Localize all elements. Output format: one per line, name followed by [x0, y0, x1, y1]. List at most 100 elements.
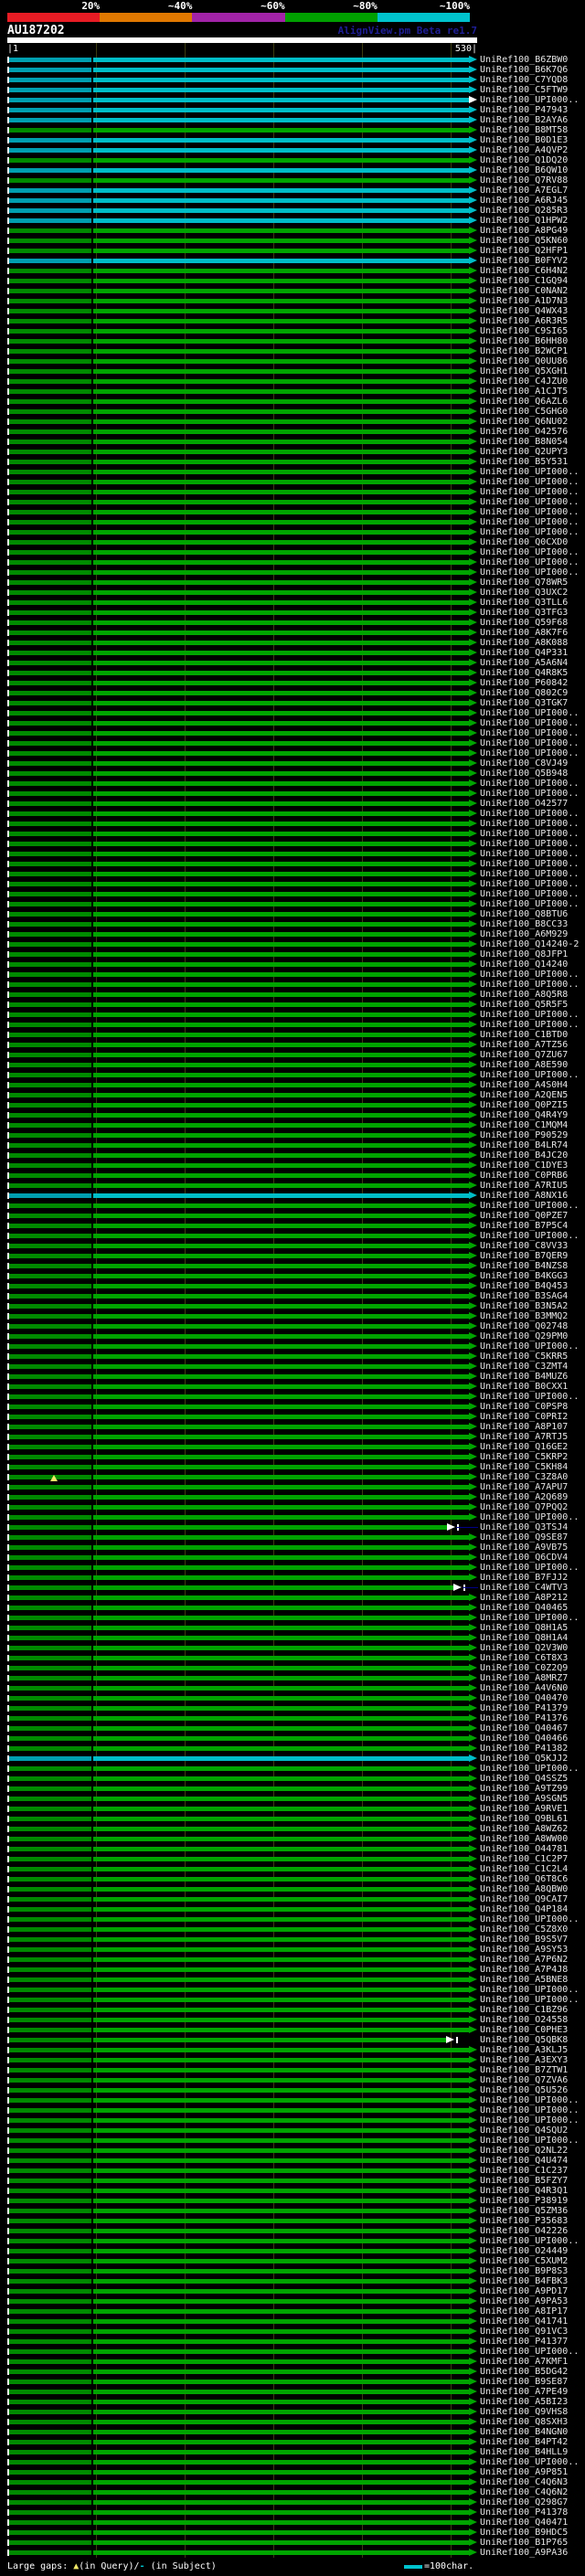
hit-row[interactable]: UniRef100_B7P5C4: [0, 1221, 585, 1231]
hit-row[interactable]: UniRef100_Q3UXC2: [0, 588, 585, 598]
hit-row[interactable]: UniRef100_Q91VC3: [0, 2327, 585, 2337]
hit-label[interactable]: UniRef100_Q91VC3: [480, 2327, 568, 2337]
hit-row[interactable]: UniRef100_Q5KJJ2: [0, 1754, 585, 1764]
hit-label[interactable]: UniRef100_UPI000..: [480, 1613, 579, 1623]
hit-row[interactable]: UniRef100_B4KGG3: [0, 1271, 585, 1281]
hit-label[interactable]: UniRef100_Q6CDV4: [480, 1553, 568, 1563]
hit-label[interactable]: UniRef100_A9TZ99: [480, 1784, 568, 1794]
hit-row[interactable]: UniRef100_B4HLL9: [0, 2447, 585, 2457]
hit-row[interactable]: UniRef100_C1C2L4: [0, 1864, 585, 1874]
hit-row[interactable]: UniRef100_B7QER9: [0, 1251, 585, 1261]
hit-row[interactable]: UniRef100_A9SGN5: [0, 1794, 585, 1804]
hit-label[interactable]: UniRef100_B4MUZ6: [480, 1372, 568, 1382]
hit-row[interactable]: UniRef100_Q4P184: [0, 1904, 585, 1914]
hit-row[interactable]: UniRef100_C8VJ49: [0, 758, 585, 769]
hit-row[interactable]: UniRef100_B7ZTW1: [0, 2065, 585, 2075]
hit-row[interactable]: UniRef100_UPI000..: [0, 1985, 585, 1995]
hit-row[interactable]: UniRef100_Q3TLL6: [0, 598, 585, 608]
hit-row[interactable]: UniRef100_A9P851: [0, 2467, 585, 2477]
hit-row[interactable]: UniRef100_Q5XGH1: [0, 366, 585, 376]
hit-label[interactable]: UniRef100_A7EGL7: [480, 186, 568, 196]
hit-row[interactable]: UniRef100_O44781: [0, 1844, 585, 1854]
hit-label[interactable]: UniRef100_C7YQD8: [480, 75, 568, 85]
hit-label[interactable]: UniRef100_C4Q6N3: [480, 2477, 568, 2487]
hit-row[interactable]: UniRef100_Q7ZU67: [0, 1050, 585, 1060]
hit-label[interactable]: UniRef100_A3EXY3: [480, 2055, 568, 2065]
hit-label[interactable]: UniRef100_P38919: [480, 2196, 568, 2206]
hit-label[interactable]: UniRef100_A9SGN5: [480, 1794, 568, 1804]
hit-row[interactable]: UniRef100_A9RVE1: [0, 1804, 585, 1814]
hit-label[interactable]: UniRef100_Q4SSZ5: [480, 1774, 568, 1784]
hit-row[interactable]: UniRef100_Q3TFG3: [0, 608, 585, 618]
hit-row[interactable]: UniRef100_B0D1E3: [0, 135, 585, 145]
hit-label[interactable]: UniRef100_C4JZU0: [480, 376, 568, 387]
hit-row[interactable]: UniRef100_Q41741: [0, 2316, 585, 2327]
hit-label[interactable]: UniRef100_UPI000..: [480, 557, 579, 567]
hit-row[interactable]: UniRef100_UPI000..: [0, 1231, 585, 1241]
hit-label[interactable]: UniRef100_A7PE49: [480, 2387, 568, 2397]
hit-label[interactable]: UniRef100_A2QEN5: [480, 1090, 568, 1100]
hit-row[interactable]: UniRef100_C0PHE3: [0, 2025, 585, 2035]
hit-row[interactable]: UniRef100_C3ZMT4: [0, 1362, 585, 1372]
hit-label[interactable]: UniRef100_UPI000..: [480, 980, 579, 990]
hit-label[interactable]: UniRef100_C0Z2Q9: [480, 1663, 568, 1673]
hit-label[interactable]: UniRef100_C5KRP2: [480, 1452, 568, 1462]
hit-label[interactable]: UniRef100_B4KGG3: [480, 1271, 568, 1281]
hit-label[interactable]: UniRef100_UPI000..: [480, 1010, 579, 1020]
hit-label[interactable]: UniRef100_C1C2L4: [480, 1864, 568, 1874]
hit-label[interactable]: UniRef100_A7KMF1: [480, 2357, 568, 2367]
hit-row[interactable]: UniRef100_A8NX16: [0, 1191, 585, 1201]
hit-label[interactable]: UniRef100_A9PD17: [480, 2286, 568, 2296]
hit-label[interactable]: UniRef100_C8VV33: [480, 1241, 568, 1251]
hit-row[interactable]: UniRef100_UPI000..: [0, 889, 585, 899]
hit-row[interactable]: UniRef100_A5A6N4: [0, 658, 585, 668]
hit-label[interactable]: UniRef100_UPI000..: [480, 2095, 579, 2105]
hit-row[interactable]: UniRef100_C6T8X3: [0, 1653, 585, 1663]
hit-label[interactable]: UniRef100_UPI000..: [480, 1231, 579, 1241]
hit-label[interactable]: UniRef100_A9PA53: [480, 2296, 568, 2306]
hit-label[interactable]: UniRef100_C5FTW9: [480, 85, 568, 95]
hit-row[interactable]: UniRef100_C4WTV3: [0, 1583, 585, 1593]
hit-label[interactable]: UniRef100_Q6T8C6: [480, 1874, 568, 1884]
hit-label[interactable]: UniRef100_UPI000..: [480, 970, 579, 980]
hit-label[interactable]: UniRef100_A2Q689: [480, 1492, 568, 1502]
hit-row[interactable]: UniRef100_UPI000..: [0, 1020, 585, 1030]
hit-label[interactable]: UniRef100_UPI000..: [480, 839, 579, 849]
hit-row[interactable]: UniRef100_A7TZ56: [0, 1040, 585, 1050]
hit-row[interactable]: UniRef100_B5Y531: [0, 457, 585, 467]
hit-row[interactable]: UniRef100_B0CXX1: [0, 1382, 585, 1392]
hit-label[interactable]: UniRef100_Q5U526: [480, 2085, 568, 2095]
hit-label[interactable]: UniRef100_C4WTV3: [480, 1583, 568, 1593]
hit-label[interactable]: UniRef100_B0D1E3: [480, 135, 568, 145]
hit-label[interactable]: UniRef100_B7ZTW1: [480, 2065, 568, 2075]
hit-row[interactable]: UniRef100_B3MMQ2: [0, 1311, 585, 1321]
hit-row[interactable]: UniRef100_A7RIU5: [0, 1181, 585, 1191]
hit-row[interactable]: UniRef100_C0PSP8: [0, 1402, 585, 1412]
hit-row[interactable]: UniRef100_Q40465: [0, 1603, 585, 1613]
hit-row[interactable]: UniRef100_Q5U526: [0, 2085, 585, 2095]
hit-row[interactable]: UniRef100_C1BTD0: [0, 1030, 585, 1040]
hit-label[interactable]: UniRef100_Q2NL22: [480, 2146, 568, 2156]
hit-label[interactable]: UniRef100_Q4R8K5: [480, 668, 568, 678]
hit-row[interactable]: UniRef100_Q9CAI7: [0, 1894, 585, 1904]
hit-label[interactable]: UniRef100_UPI000..: [480, 467, 579, 477]
hit-label[interactable]: UniRef100_UPI000..: [480, 1201, 579, 1211]
hit-row[interactable]: UniRef100_Q8BTU6: [0, 909, 585, 919]
hit-row[interactable]: UniRef100_Q6AZL6: [0, 397, 585, 407]
hit-label[interactable]: UniRef100_A8Q5R8: [480, 990, 568, 1000]
hit-label[interactable]: UniRef100_Q16GE2: [480, 1442, 568, 1452]
hit-row[interactable]: UniRef100_A8K7F6: [0, 628, 585, 638]
hit-row[interactable]: UniRef100_Q4SQU2: [0, 2125, 585, 2136]
hit-label[interactable]: UniRef100_Q7PQQ2: [480, 1502, 568, 1512]
hit-row[interactable]: UniRef100_UPI000..: [0, 849, 585, 859]
hit-row[interactable]: UniRef100_B4FBK3: [0, 2276, 585, 2286]
hit-row[interactable]: UniRef100_P41377: [0, 2337, 585, 2347]
hit-label[interactable]: UniRef100_B6QW10: [480, 165, 568, 175]
hit-label[interactable]: UniRef100_Q5QBK8: [480, 2035, 568, 2045]
hit-label[interactable]: UniRef100_Q3TSJ4: [480, 1522, 568, 1532]
hit-label[interactable]: UniRef100_A8PG49: [480, 226, 568, 236]
hit-row[interactable]: UniRef100_C6H4N2: [0, 266, 585, 276]
hit-label[interactable]: UniRef100_C1DYE3: [480, 1161, 568, 1171]
hit-row[interactable]: UniRef100_UPI000..: [0, 879, 585, 889]
hit-label[interactable]: UniRef100_Q7ZU67: [480, 1050, 568, 1060]
